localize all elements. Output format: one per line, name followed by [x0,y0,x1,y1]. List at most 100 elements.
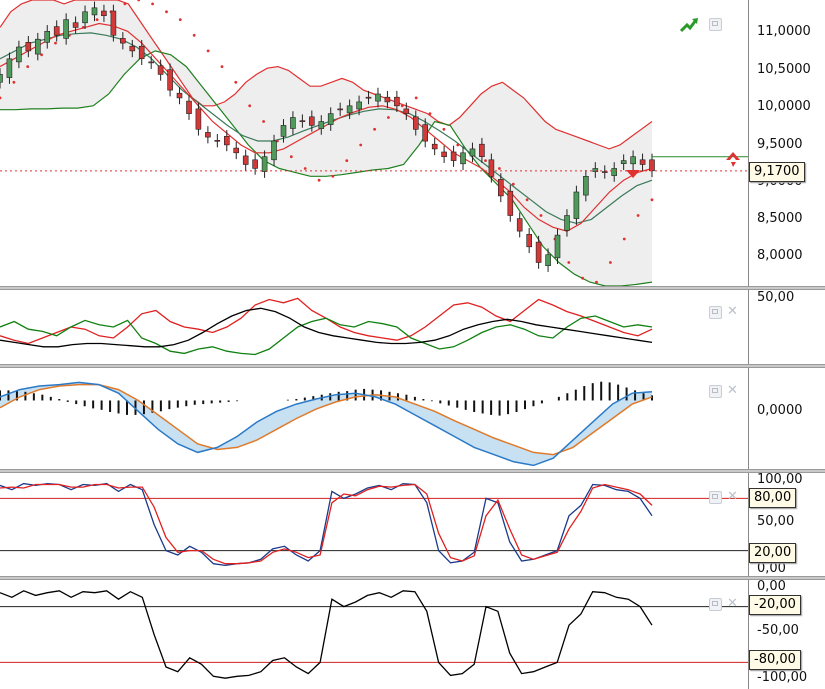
candle [403,108,410,114]
restore-icon[interactable] [709,385,722,398]
stochastic-chart[interactable] [0,473,748,576]
candle [214,140,221,142]
candle [138,45,145,60]
candle [157,65,164,75]
sar-dot [595,280,598,284]
candle [63,19,69,39]
candle [384,96,391,103]
sar-dot [54,41,57,45]
sar-dot [373,127,376,131]
williams-r-pane: ✕ 0,00 -50,00 -100,00 -20,00 -80,00 [0,580,825,689]
candle [497,179,504,197]
sar-dot [498,167,501,170]
sar-dot [192,33,196,37]
restore-icon[interactable] [709,491,722,504]
candle [110,10,117,36]
candle [488,159,495,177]
candle [573,191,580,219]
sar-dot [317,178,321,182]
candle [545,254,551,266]
sar-dot [178,18,182,21]
sar-dot [345,159,349,163]
buy-sell-arrows-icon[interactable] [724,148,744,168]
candle [290,117,296,129]
williams-r-plot-area[interactable]: ✕ [0,580,748,689]
sar-dot [428,112,432,115]
candle [337,108,344,111]
macd-signal-fill [0,382,652,466]
restore-icon[interactable] [709,306,722,319]
candle [535,241,542,263]
candle [564,215,570,231]
trend-arrow-icon[interactable] [680,16,700,34]
close-icon[interactable]: ✕ [727,384,738,397]
sar-dot [650,198,654,202]
price-chart[interactable] [0,0,748,286]
price-tick: 11,0000 [757,24,811,39]
sar-dot [539,214,543,217]
restore-icon[interactable] [709,598,722,611]
candle [507,190,514,216]
candle [252,159,258,169]
sar-dot [456,143,460,147]
williams-r-tick: -50,00 [757,623,799,638]
close-icon[interactable]: ✕ [727,305,738,318]
sar-dot [220,65,224,68]
sar-dot [442,127,446,131]
stochastic-plot-area[interactable]: ✕ [0,473,748,576]
williams-r-chart[interactable] [0,580,748,689]
candle [441,151,447,157]
price-plot-area[interactable] [0,0,748,286]
stochastic-tick: 50,00 [757,514,795,529]
sar-dot [95,18,99,21]
sar-dot [636,214,640,217]
candle [318,121,325,129]
candle [148,61,154,64]
candle [25,41,32,52]
oscillator-tick: 50,00 [757,290,795,305]
sar-dot [400,104,404,108]
candle [620,160,627,165]
candle [356,101,362,110]
candle [242,155,249,165]
candle [460,152,466,165]
candle [308,116,315,126]
macd-plot-area[interactable]: ✕ [0,368,748,469]
sar-dot [151,2,155,6]
candle [34,38,41,55]
macd-line [0,381,653,467]
oscillator-chart[interactable] [0,290,748,364]
close-icon[interactable]: ✕ [727,597,738,610]
candle [365,96,372,99]
sar-dot [26,65,30,68]
candle [176,92,183,99]
candle [583,176,589,196]
candle [224,136,230,146]
oscillator-plot-area[interactable]: ✕ [0,290,748,364]
candle [516,218,523,232]
candle [120,38,126,44]
close-icon[interactable]: ✕ [727,490,738,503]
series-line [0,307,653,348]
candle [526,234,533,248]
sar-dot [303,167,307,170]
candle [479,143,485,157]
macd-chart[interactable] [0,368,748,469]
sar-dot [123,2,127,6]
sar-dot [289,155,293,159]
restore-icon[interactable] [709,18,722,31]
sar-dot [12,80,16,84]
price-pane: 11,0000 10,5000 10,0000 9,5000 9,0000 8,… [0,0,825,286]
stochastic-pane: ✕ 100,00 50,00 0,00 80,00 20,00 [0,473,825,576]
candle [394,96,400,107]
sar-dot [206,49,210,53]
sar-dot [414,96,418,100]
candle [431,143,438,150]
williams-r-tick: -100,00 [757,670,808,685]
macd-pane: ✕ 0,0000 [0,368,825,469]
sar-dot [511,182,515,186]
sar-dot [165,10,168,14]
sar-dot [137,0,141,2]
stochastic-tick: 0,00 [757,561,786,576]
level-label-minus80: -80,00 [749,650,801,670]
